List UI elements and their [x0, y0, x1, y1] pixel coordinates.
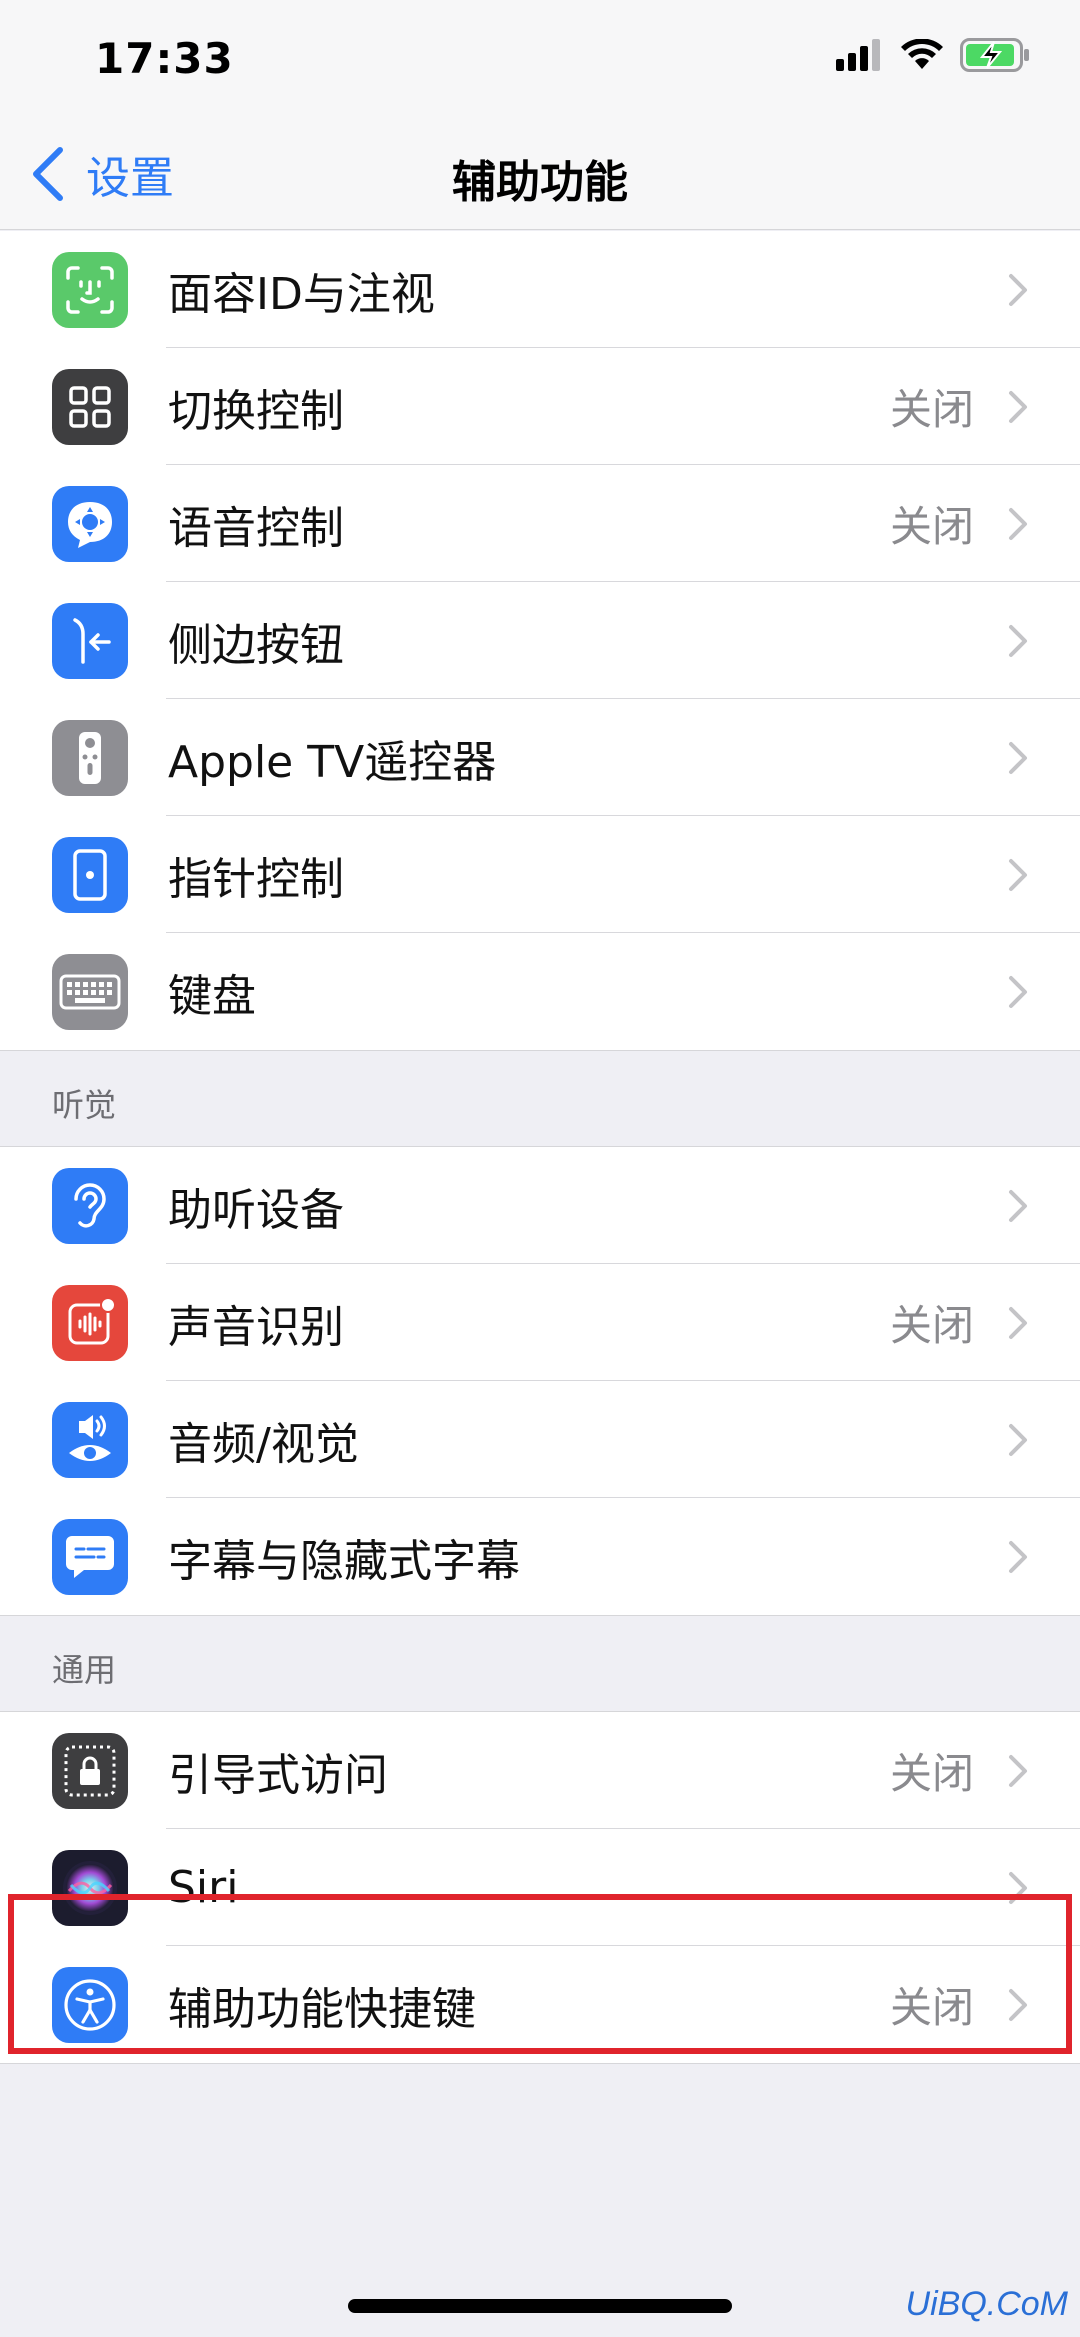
chevron-right-icon: [1009, 507, 1027, 540]
chevron-right-icon: [1009, 1871, 1027, 1904]
switch-control-icon: [52, 368, 128, 445]
section-header-text: 通用: [52, 1651, 117, 1689]
row-label: 语音控制: [168, 502, 344, 554]
row-value: 关闭: [889, 1749, 974, 1798]
guided-access-icon: [52, 1732, 128, 1809]
status-bar: 17:33: [0, 0, 1080, 120]
chevron-right-icon: [1009, 1423, 1027, 1456]
chevron-right-icon: [1009, 390, 1027, 423]
row-label: 面容ID与注视: [168, 268, 435, 320]
row-label: 键盘: [168, 970, 256, 1022]
row-subtitles-captions[interactable]: 字幕与隐藏式字幕: [0, 1498, 1080, 1615]
status-time: 17:33: [95, 34, 234, 83]
row-value: 关闭: [889, 502, 974, 551]
audio-visual-icon: [52, 1401, 128, 1478]
battery-charging-icon: [960, 38, 1029, 72]
chevron-right-icon: [1009, 975, 1027, 1008]
face-id-icon: [52, 251, 128, 328]
row-label: 声音识别: [168, 1301, 344, 1353]
row-pointer-control[interactable]: 指针控制: [0, 816, 1080, 933]
row-label: 音频/视觉: [168, 1418, 359, 1470]
row-switch-control[interactable]: 切换控制 关闭: [0, 348, 1080, 465]
row-side-button[interactable]: 侧边按钮: [0, 582, 1080, 699]
row-apple-tv-remote[interactable]: Apple TV遥控器: [0, 699, 1080, 816]
section-header-hearing: 听觉: [0, 1086, 1080, 1146]
row-audio-visual[interactable]: 音频/视觉: [0, 1381, 1080, 1498]
row-label: 助听设备: [168, 1184, 344, 1236]
accessibility-shortcut-icon: [52, 1966, 128, 2043]
chevron-right-icon: [1009, 741, 1027, 774]
status-icons: [836, 38, 1030, 72]
page-title: 辅助功能: [452, 157, 628, 208]
tv-remote-icon: [52, 719, 128, 796]
hearing-device-icon: [52, 1167, 128, 1244]
wifi-icon: [901, 39, 943, 69]
row-label: Siri: [168, 1862, 239, 1913]
general-group: 引导式访问 关闭 Siri 辅助功能快捷键 关闭: [0, 1711, 1080, 2064]
home-indicator[interactable]: [348, 2299, 732, 2313]
row-face-id[interactable]: 面容ID与注视: [0, 231, 1080, 348]
row-label: Apple TV遥控器: [168, 736, 497, 788]
pointer-control-icon: [52, 836, 128, 913]
keyboard-icon: [52, 953, 128, 1030]
siri-icon: [52, 1849, 128, 1926]
hearing-group: 助听设备 声音识别 关闭 音频/视觉 字幕与隐藏式字幕: [0, 1146, 1080, 1616]
row-label: 指针控制: [168, 853, 344, 905]
row-value: 关闭: [889, 1983, 974, 2032]
sound-recognition-icon: [52, 1284, 128, 1361]
row-label: 侧边按钮: [168, 619, 344, 671]
chevron-right-icon: [1009, 624, 1027, 657]
physical-motor-group: 面容ID与注视 切换控制 关闭 语音控制 关闭 侧边按钮 Apple TV遥控器…: [0, 231, 1080, 1051]
settings-list: 面容ID与注视 切换控制 关闭 语音控制 关闭 侧边按钮 Apple TV遥控器…: [0, 231, 1080, 2064]
chevron-right-icon: [1009, 858, 1027, 891]
row-keyboard[interactable]: 键盘: [0, 933, 1080, 1050]
chevron-right-icon: [1009, 1540, 1027, 1573]
chevron-right-icon: [1009, 1988, 1027, 2021]
row-guided-access[interactable]: 引导式访问 关闭: [0, 1712, 1080, 1829]
row-label: 字幕与隐藏式字幕: [168, 1535, 520, 1587]
row-sound-recognition[interactable]: 声音识别 关闭: [0, 1264, 1080, 1381]
chevron-right-icon: [1009, 1754, 1027, 1787]
row-label: 切换控制: [168, 385, 344, 437]
section-header-general: 通用: [0, 1651, 1080, 1711]
row-voice-control[interactable]: 语音控制 关闭: [0, 465, 1080, 582]
row-label: 辅助功能快捷键: [168, 1983, 476, 2035]
chevron-right-icon: [1009, 1189, 1027, 1222]
chevron-right-icon: [1009, 1306, 1027, 1339]
row-accessibility-shortcut[interactable]: 辅助功能快捷键 关闭: [0, 1946, 1080, 2063]
subtitles-icon: [52, 1518, 128, 1595]
section-header-text: 听觉: [52, 1086, 117, 1124]
side-button-icon: [52, 602, 128, 679]
row-value: 关闭: [889, 385, 974, 434]
watermark-text: UiBQ.CoM: [905, 2285, 1068, 2323]
row-hearing-devices[interactable]: 助听设备: [0, 1147, 1080, 1264]
row-siri[interactable]: Siri: [0, 1829, 1080, 1946]
chevron-right-icon: [1009, 273, 1027, 306]
cellular-signal-icon: [836, 39, 880, 71]
voice-control-icon: [52, 485, 128, 562]
navigation-bar: 设置 辅助功能: [0, 120, 1080, 230]
row-label: 引导式访问: [168, 1749, 388, 1801]
row-value: 关闭: [889, 1301, 974, 1350]
